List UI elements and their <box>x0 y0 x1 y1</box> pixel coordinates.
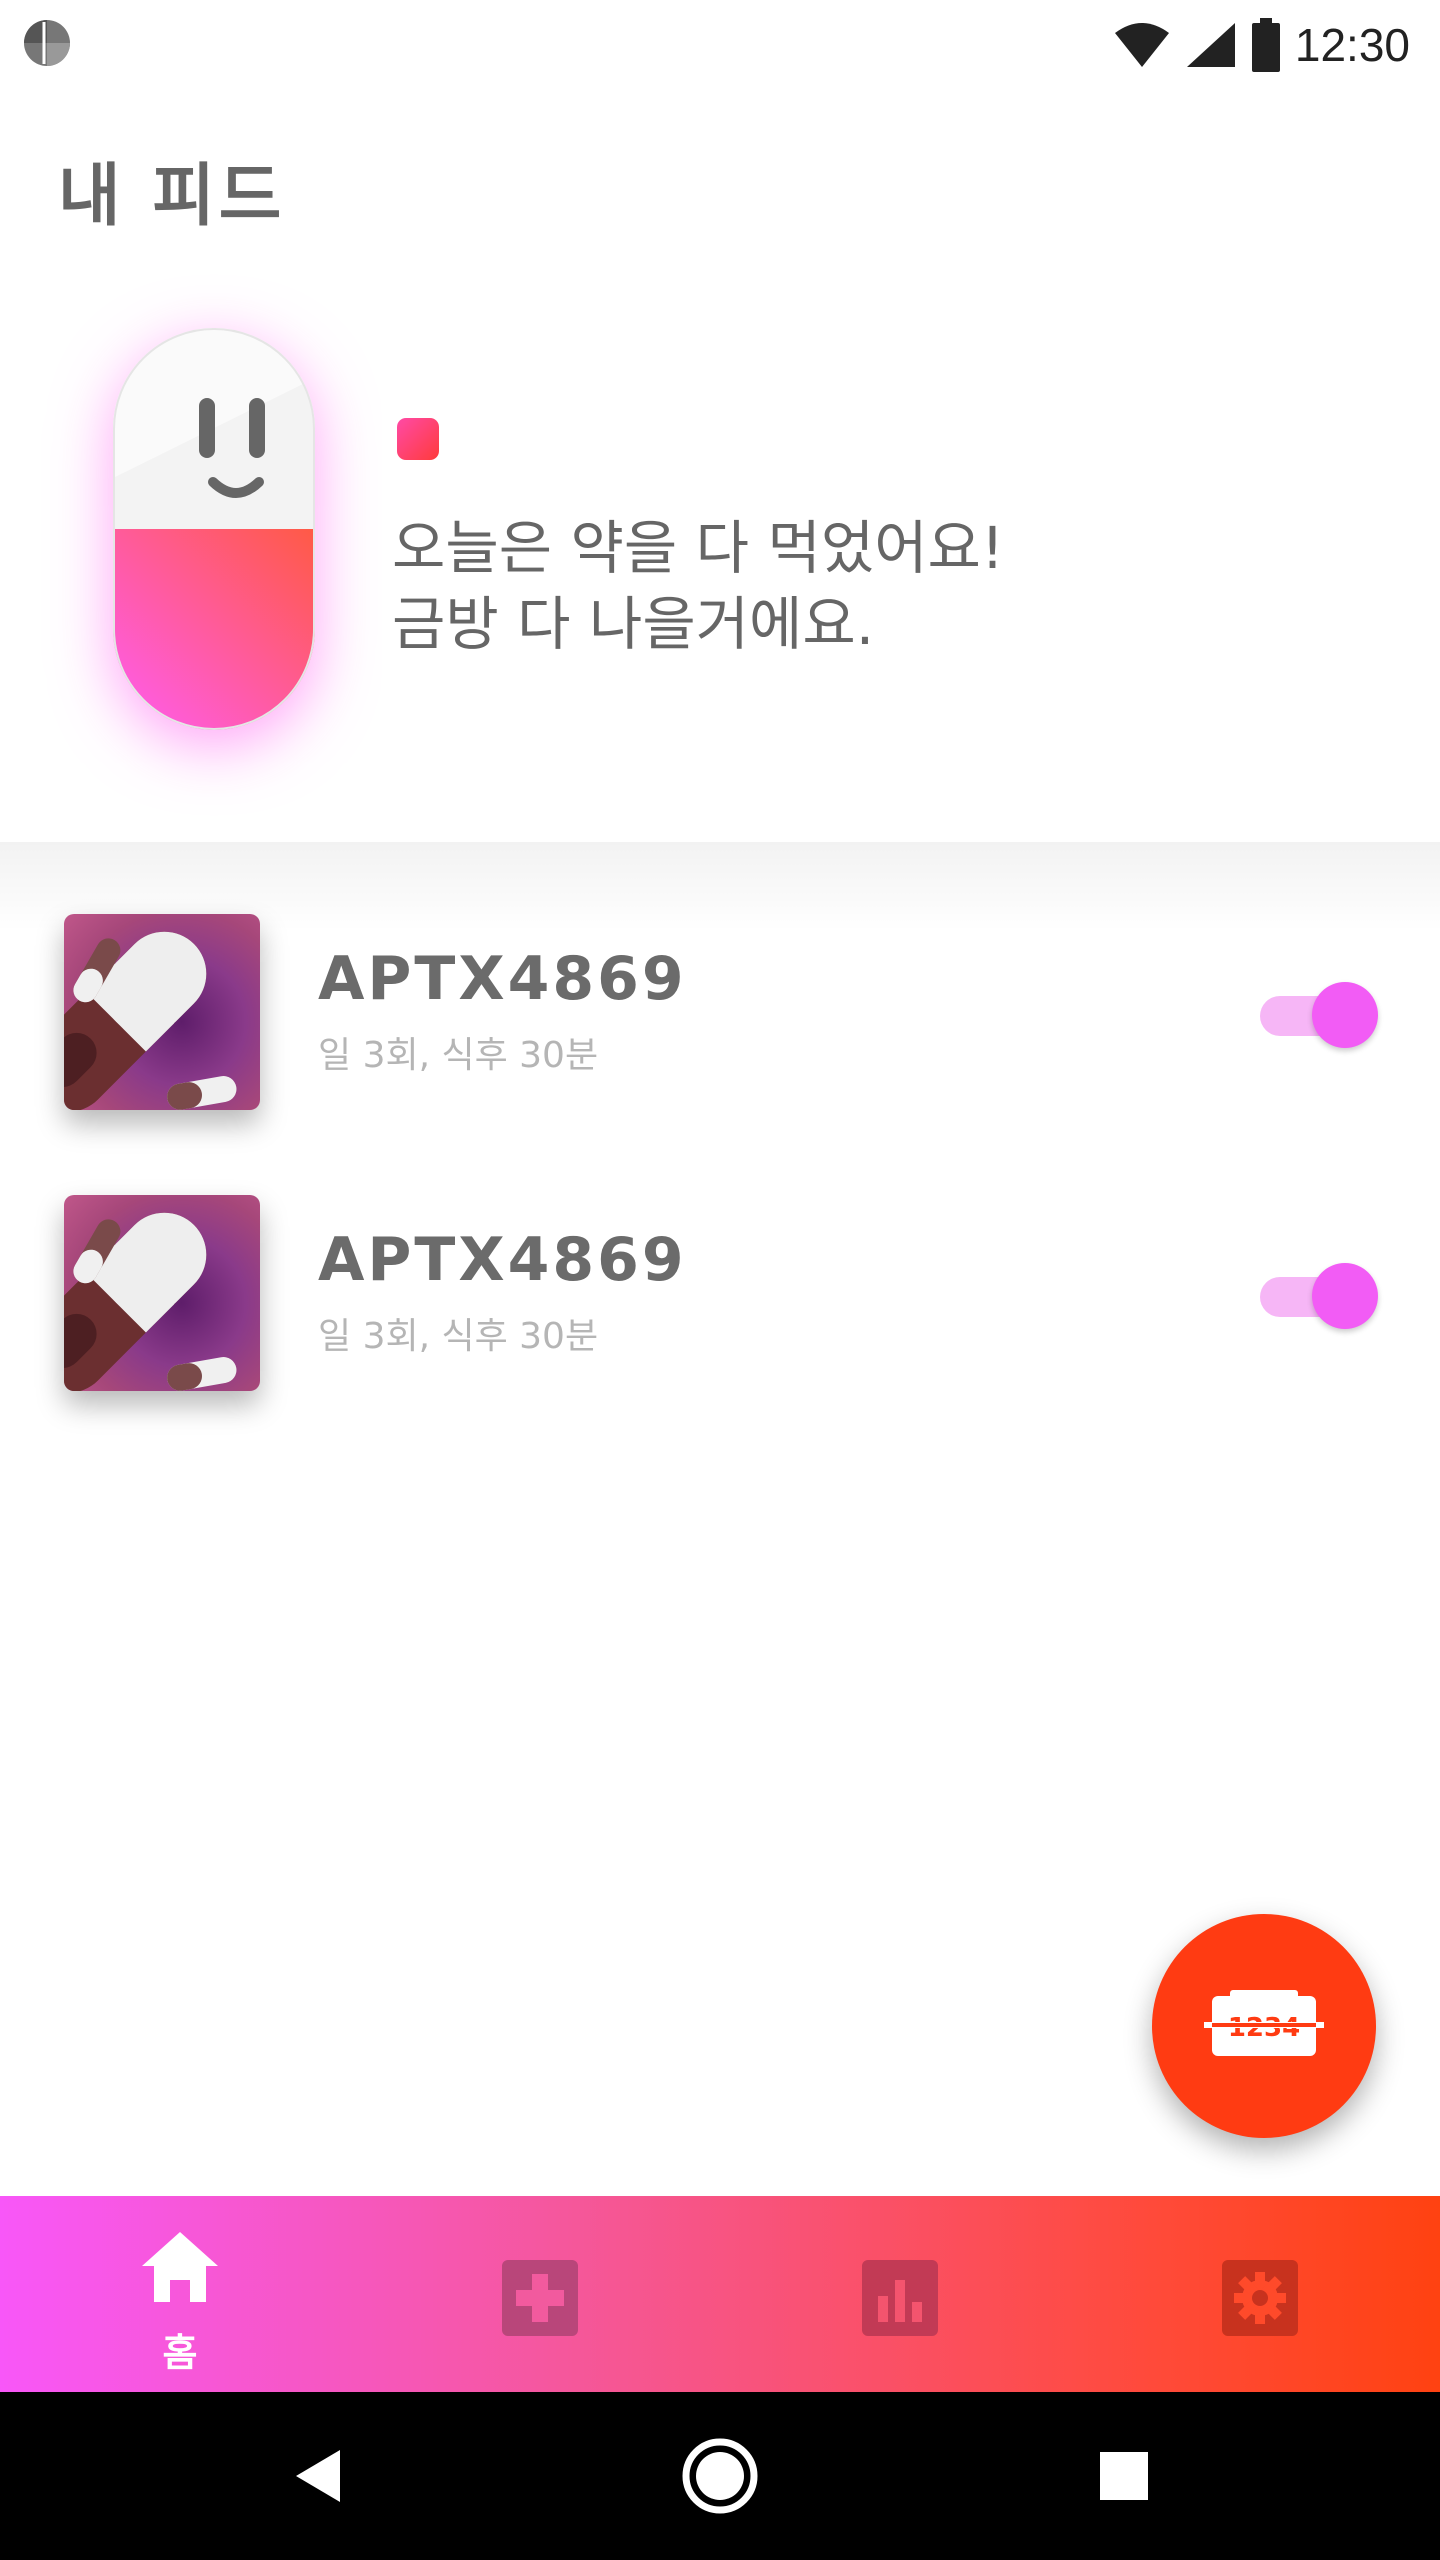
gear-icon <box>1222 2260 1298 2336</box>
medication-toggle[interactable] <box>1260 1263 1378 1329</box>
nav-item-home[interactable]: 홈 <box>80 2196 280 2392</box>
pill-barcode-icon: 1234 <box>1204 1990 1324 2056</box>
medication-name: APTX4869 <box>318 944 687 1014</box>
medication-name: APTX4869 <box>318 1225 687 1295</box>
toggle-knob[interactable] <box>1312 1263 1378 1329</box>
add-medication-fab[interactable]: 1234 <box>1152 1914 1376 2138</box>
signal-icon <box>1186 23 1235 67</box>
home-icon <box>142 2232 218 2302</box>
medication-thumbnail <box>64 1195 260 1391</box>
bottom-navigation: 홈 <box>0 2196 1440 2392</box>
toggle-knob[interactable] <box>1312 982 1378 1048</box>
status-bar: 12:30 <box>0 0 1440 86</box>
medication-schedule: 일 3회, 식후 30분 <box>318 1035 599 1076</box>
back-triangle-icon <box>296 2450 340 2502</box>
home-circle-icon <box>682 2438 758 2514</box>
recents-button[interactable] <box>1064 2392 1184 2560</box>
system-navigation-bar <box>0 2392 1440 2560</box>
page-title: 내 피드 <box>58 157 286 236</box>
status-time: 12:30 <box>1294 19 1410 71</box>
pill-image-icon <box>64 931 237 1110</box>
nav-item-stats[interactable] <box>800 2196 1000 2392</box>
medication-thumbnail <box>64 914 260 1110</box>
bar-chart-icon <box>862 2260 938 2336</box>
back-button[interactable] <box>260 2392 380 2560</box>
medication-item[interactable]: APTX4869 일 3회, 식후 30분 <box>0 914 1440 1114</box>
wifi-icon <box>1114 23 1169 67</box>
medication-schedule: 일 3회, 식후 30분 <box>318 1316 599 1357</box>
hero-message: 오늘은 약을 다 먹었어요! 금방 다 나을거에요. <box>392 510 1004 662</box>
battery-icon <box>1251 18 1280 72</box>
recents-square-icon <box>1100 2452 1148 2500</box>
hero-message-line1: 오늘은 약을 다 먹었어요! <box>392 514 1005 582</box>
pill-mascot-icon <box>113 328 315 730</box>
hero-message-line2: 금방 다 나을거에요. <box>392 590 875 658</box>
pill-mascot <box>113 328 315 730</box>
nav-item-settings[interactable] <box>1160 2196 1360 2392</box>
nav-item-home-label: 홈 <box>162 2331 198 2375</box>
app-notification-icon <box>24 20 70 66</box>
status-indicator <box>397 418 439 460</box>
nav-item-add[interactable] <box>440 2196 640 2392</box>
pill-image-icon <box>64 1212 237 1391</box>
medication-item[interactable]: APTX4869 일 3회, 식후 30분 <box>0 1195 1440 1395</box>
home-system-button[interactable] <box>660 2392 780 2560</box>
medical-cross-icon <box>502 2260 578 2336</box>
medication-toggle[interactable] <box>1260 982 1378 1048</box>
